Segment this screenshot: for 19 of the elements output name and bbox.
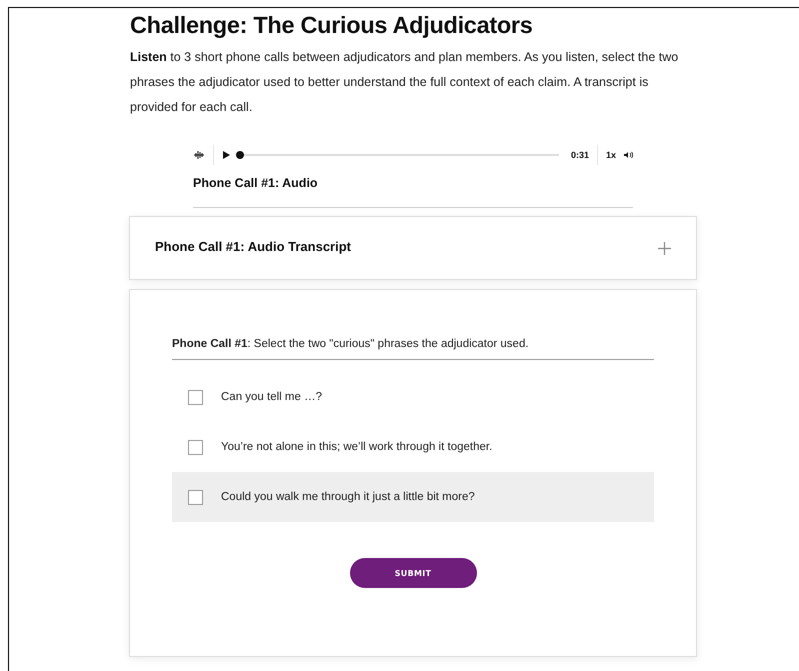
intro-paragraph: Listen to 3 short phone calls between adjudicators and plan members. As you listen, select the two phrases the adjudicator used to better understand the full context of each claim. A transcript is provided for each call. <box>130 49 680 116</box>
transcript-accordion[interactable]: Phone Call #1: Audio Transcript <box>129 216 697 280</box>
answer-option[interactable]: Could you walk me through it just a little bit more? <box>172 472 654 522</box>
answer-option[interactable]: Can you tell me …? <box>172 372 654 422</box>
play-icon[interactable] <box>222 151 230 159</box>
volume-icon[interactable] <box>624 151 633 159</box>
checkbox[interactable] <box>188 390 203 404</box>
answer-option[interactable]: You’re not alone in this; we’ll work through it together. <box>172 422 654 472</box>
question-prompt: Phone Call #1: Select the two "curious" phrases the adjudicator used. <box>172 338 654 360</box>
waveform-icon <box>193 150 205 160</box>
plus-icon[interactable] <box>658 242 671 254</box>
checkbox[interactable] <box>188 440 203 454</box>
time-display: 0:31 <box>570 150 589 160</box>
checkbox[interactable] <box>188 490 203 504</box>
audio-caption: Phone Call #1: Audio <box>193 176 318 190</box>
slider-thumb[interactable] <box>236 151 244 159</box>
submit-button[interactable]: SUBMIT <box>350 558 476 588</box>
page-title: Challenge: The Curious Adjudicators <box>130 12 534 39</box>
speed-button[interactable]: 1x <box>606 150 616 160</box>
